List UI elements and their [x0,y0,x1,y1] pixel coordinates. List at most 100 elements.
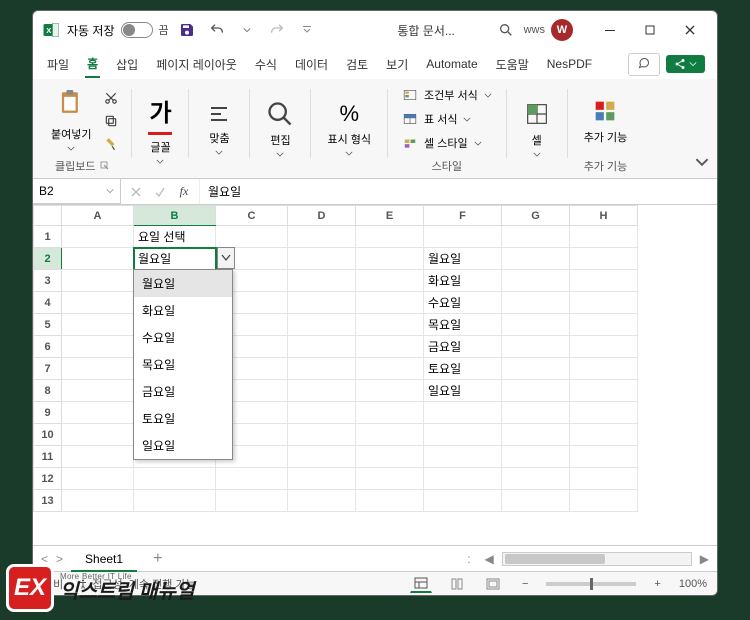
cell[interactable] [570,490,638,512]
autosave-toggle[interactable]: 자동 저장 끔 [67,22,169,39]
user-avatar[interactable]: W [551,19,573,41]
cell[interactable] [570,380,638,402]
share-button[interactable] [666,55,705,73]
cell[interactable] [288,446,356,468]
horizontal-scrollbar[interactable] [502,552,692,566]
cell-styles-button[interactable]: 셀 스타일 [398,133,486,153]
cell[interactable] [502,380,570,402]
cell[interactable] [288,248,356,270]
cell[interactable] [356,468,424,490]
redo-button[interactable] [265,18,289,42]
addins-button[interactable]: 추가 기능 [578,95,634,147]
comments-button[interactable] [628,53,660,76]
alignment-button[interactable]: 맞춤 [199,100,239,157]
undo-button[interactable] [205,18,229,42]
column-header[interactable]: G [502,206,570,226]
save-button[interactable] [175,18,199,42]
cell[interactable] [62,468,134,490]
row-header[interactable]: 3 [34,270,62,292]
cell[interactable] [288,490,356,512]
cell[interactable] [502,292,570,314]
tab-automate[interactable]: Automate [424,53,479,75]
cell[interactable] [288,380,356,402]
cell[interactable] [570,248,638,270]
close-button[interactable] [671,17,709,43]
maximize-button[interactable] [631,17,669,43]
zoom-in-button[interactable]: + [650,578,664,590]
data-validation-option[interactable]: 토요일 [134,405,232,432]
cell[interactable] [288,314,356,336]
cell[interactable] [424,490,502,512]
cell[interactable] [502,226,570,248]
cell[interactable] [134,468,216,490]
undo-dropdown[interactable] [235,18,259,42]
row-header[interactable]: 1 [34,226,62,248]
tab-review[interactable]: 검토 [344,52,370,77]
cut-button[interactable] [101,88,121,108]
cell[interactable] [62,490,134,512]
tab-home[interactable]: 홈 [85,51,100,78]
tab-file[interactable]: 파일 [45,52,71,77]
cell[interactable]: 목요일 [424,314,502,336]
zoom-slider[interactable] [546,582,636,586]
cell[interactable] [62,314,134,336]
cell[interactable] [356,226,424,248]
cell[interactable] [62,248,134,270]
column-header[interactable]: H [570,206,638,226]
cell[interactable] [356,292,424,314]
cell[interactable]: 화요일 [424,270,502,292]
cell[interactable]: 금요일 [424,336,502,358]
cell[interactable] [502,402,570,424]
cell[interactable] [356,424,424,446]
cell[interactable] [570,292,638,314]
collapse-ribbon-button[interactable] [695,155,709,172]
tab-page-layout[interactable]: 페이지 레이아웃 [154,52,239,77]
row-header[interactable]: 10 [34,424,62,446]
cell[interactable] [502,490,570,512]
worksheet-grid[interactable]: ABCDEFGH1요일 선택2월요일월요일화요일수요일목요일금요일토요일일요일월… [33,205,717,545]
data-validation-dropdown-button[interactable] [217,247,235,269]
cell[interactable]: 수요일 [424,292,502,314]
cell[interactable] [502,314,570,336]
column-header[interactable]: E [356,206,424,226]
cell[interactable] [570,402,638,424]
cell[interactable] [62,380,134,402]
minimize-button[interactable] [591,17,629,43]
cell[interactable] [502,424,570,446]
font-button[interactable]: 가 글꼴 [142,91,178,166]
cell[interactable] [288,270,356,292]
tab-help[interactable]: 도움말 [494,52,531,77]
insert-function-button[interactable]: fx [173,181,195,203]
cell[interactable] [288,358,356,380]
cell[interactable] [424,226,502,248]
data-validation-option[interactable]: 화요일 [134,297,232,324]
row-header[interactable]: 11 [34,446,62,468]
zoom-level[interactable]: 100% [679,578,707,590]
column-header[interactable]: C [216,206,288,226]
cell[interactable] [288,292,356,314]
data-validation-option[interactable]: 금요일 [134,378,232,405]
cell[interactable] [288,468,356,490]
row-header[interactable]: 13 [34,490,62,512]
row-header[interactable]: 4 [34,292,62,314]
cell[interactable] [356,490,424,512]
cell[interactable] [570,446,638,468]
search-button[interactable] [494,18,518,42]
copy-button[interactable] [101,111,121,131]
cell[interactable] [502,336,570,358]
cell[interactable] [356,446,424,468]
formula-input[interactable]: 월요일 [200,179,717,204]
editing-button[interactable]: 편집 [260,98,300,159]
cell[interactable] [356,314,424,336]
data-validation-option[interactable]: 월요일 [134,270,232,297]
conditional-formatting-button[interactable]: 조건부 서식 [398,85,496,105]
zoom-out-button[interactable]: − [518,578,532,590]
cell[interactable] [216,226,288,248]
row-header[interactable]: 2 [34,248,62,270]
cell[interactable] [502,468,570,490]
cell[interactable] [62,270,134,292]
cells-button[interactable]: 셀 [517,98,557,159]
cell[interactable]: 토요일 [424,358,502,380]
row-header[interactable]: 7 [34,358,62,380]
cancel-formula-button[interactable] [125,181,147,203]
